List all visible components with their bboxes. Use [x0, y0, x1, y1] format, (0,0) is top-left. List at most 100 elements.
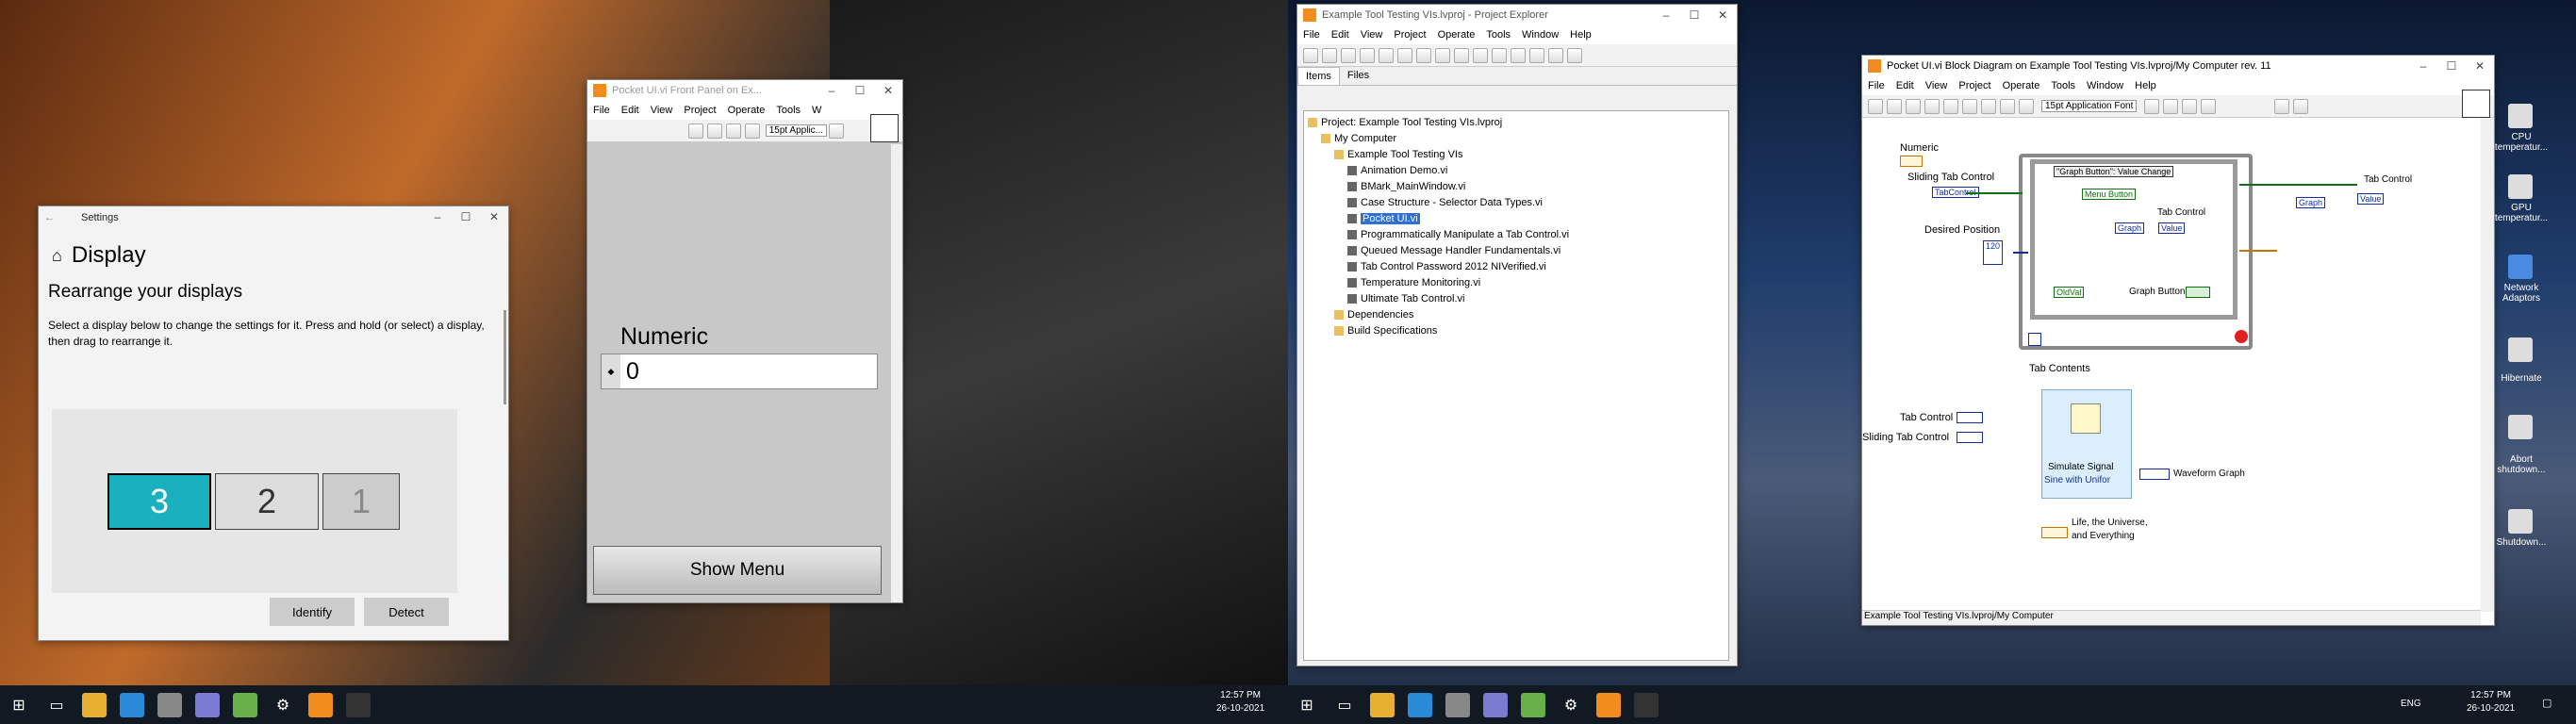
graph-terminal[interactable]: Graph — [2115, 222, 2145, 234]
font-select[interactable]: 15pt Application Font — [2041, 100, 2138, 112]
settings-titlebar[interactable]: ← Settings – ☐ ✕ — [39, 206, 508, 229]
tab-items[interactable]: Items — [1297, 67, 1340, 85]
event-structure[interactable]: "Graph Button": Value Change Menu Button… — [2030, 159, 2237, 320]
tree-item[interactable]: Pocket UI.vi — [1308, 211, 1728, 227]
save-icon[interactable] — [1341, 47, 1356, 63]
copy-icon[interactable] — [1397, 47, 1412, 63]
build-icon[interactable] — [1454, 47, 1469, 63]
menu-tools[interactable]: Tools — [770, 105, 806, 116]
new-icon[interactable] — [1303, 47, 1318, 63]
step-into-icon[interactable] — [1981, 98, 1996, 114]
maximize-icon[interactable]: ☐ — [452, 206, 480, 227]
tree-item[interactable]: Temperature Monitoring.vi — [1308, 275, 1728, 291]
minimize-icon[interactable]: – — [1652, 5, 1680, 25]
scrollbar[interactable] — [504, 310, 506, 404]
tree-item[interactable]: Tab Control Password 2012 NIVerified.vi — [1308, 259, 1728, 275]
close-icon[interactable]: ✕ — [2466, 56, 2494, 76]
delete-icon[interactable] — [1435, 47, 1450, 63]
tree-item[interactable]: Project: Example Tool Testing VIs.lvproj — [1308, 115, 1728, 131]
menu-button-terminal[interactable]: Menu Button — [2082, 189, 2137, 200]
tree-item[interactable]: Ultimate Tab Control.vi — [1308, 291, 1728, 307]
value-terminal[interactable]: Value — [2158, 222, 2186, 234]
tree-item[interactable]: Build Specifications — [1308, 323, 1728, 339]
run-arrow-icon[interactable] — [687, 123, 703, 139]
gpu-temp-icon[interactable] — [2508, 174, 2533, 199]
old-val-terminal[interactable]: OldVal — [2054, 287, 2085, 298]
tree-item[interactable]: My Computer — [1308, 131, 1728, 147]
minimize-icon[interactable]: – — [817, 80, 846, 101]
tab-files[interactable]: Files — [1340, 67, 1377, 85]
font-select[interactable]: 15pt Applic... — [765, 124, 827, 137]
menu-tools[interactable]: Tools — [2045, 80, 2081, 91]
menu-file[interactable]: File — [587, 105, 616, 116]
start-windows-icon[interactable]: ⊞ — [1295, 693, 1319, 717]
waveform-graph-terminal[interactable] — [2139, 469, 2170, 480]
network-adaptors-icon[interactable] — [2508, 255, 2533, 279]
view-icon[interactable] — [1492, 47, 1507, 63]
tray-lang[interactable]: ENG — [2401, 699, 2421, 709]
vertical-scrollbar[interactable] — [891, 144, 902, 602]
menu-window[interactable]: Window — [2081, 80, 2129, 91]
maximize-icon[interactable]: ☐ — [2437, 56, 2466, 76]
start-windows-icon[interactable]: ⊞ — [7, 693, 31, 717]
app-icon[interactable] — [1483, 692, 1508, 717]
labview-icon[interactable] — [308, 692, 333, 717]
tree-item[interactable]: Case Structure - Selector Data Types.vi — [1308, 195, 1728, 211]
reorder-icon[interactable] — [2182, 98, 2198, 114]
menu-window[interactable]: W — [806, 105, 827, 116]
menu-file[interactable]: File — [1862, 80, 1891, 91]
detect-button[interactable]: Detect — [364, 598, 449, 626]
cpu-temp-icon[interactable] — [2508, 104, 2533, 128]
diagram-canvas[interactable]: Numeric Sliding Tab Control TabControl D… — [1862, 118, 2481, 612]
settings-gear-icon[interactable]: ⚙ — [1559, 693, 1583, 717]
menu-view[interactable]: View — [645, 105, 679, 116]
deploy-icon[interactable] — [1473, 47, 1488, 63]
open-icon[interactable] — [1322, 47, 1337, 63]
increment-arrows-icon[interactable]: ◆ — [602, 354, 620, 388]
task-view-icon[interactable]: ▭ — [44, 693, 69, 717]
expand-icon[interactable] — [1529, 47, 1544, 63]
edge-icon[interactable] — [1408, 692, 1432, 717]
graph-button-terminal[interactable] — [2186, 287, 2210, 298]
folder-icon[interactable] — [1567, 47, 1582, 63]
numeric-terminal[interactable] — [1900, 156, 1923, 167]
tree-item[interactable]: Animation Demo.vi — [1308, 163, 1728, 179]
pause-icon[interactable] — [744, 123, 760, 139]
menu-tools[interactable]: Tools — [1480, 29, 1516, 41]
display-3[interactable]: 3 — [107, 473, 211, 530]
tree-item[interactable]: Dependencies — [1308, 307, 1728, 323]
run-arrow-icon[interactable] — [1868, 98, 1883, 114]
display-2[interactable]: 2 — [215, 473, 319, 530]
terminal-icon[interactable] — [346, 692, 371, 717]
step-over-icon[interactable] — [2000, 98, 2015, 114]
settings-gear-icon[interactable]: ⚙ — [271, 693, 295, 717]
graph-out-terminal[interactable]: Graph — [2296, 197, 2326, 208]
minimize-icon[interactable]: – — [423, 206, 452, 227]
menu-operate[interactable]: Operate — [1432, 29, 1481, 41]
file-explorer-icon[interactable] — [1370, 692, 1395, 717]
close-icon[interactable]: ✕ — [874, 80, 902, 101]
tab-contents-panel[interactable]: Simulate Signal Sine with Unifor — [2041, 389, 2132, 499]
run-continuous-icon[interactable] — [1887, 98, 1902, 114]
menu-operate[interactable]: Operate — [722, 105, 771, 116]
task-view-icon[interactable]: ▭ — [1332, 693, 1357, 717]
life-universe-terminal[interactable] — [2041, 527, 2068, 538]
step-out-icon[interactable] — [2019, 98, 2034, 114]
file-explorer-icon[interactable] — [82, 692, 107, 717]
paste-icon[interactable] — [1416, 47, 1431, 63]
back-arrow-icon[interactable]: ← — [44, 212, 55, 223]
shutdown-icon[interactable] — [2508, 509, 2533, 534]
menu-help[interactable]: Help — [1564, 29, 1597, 41]
retain-wire-icon[interactable] — [1962, 98, 1977, 114]
case-selector[interactable]: "Graph Button": Value Change — [2054, 166, 2174, 177]
cleanup-icon[interactable] — [2201, 98, 2217, 114]
edge-icon[interactable] — [120, 692, 144, 717]
app-icon[interactable] — [1445, 692, 1470, 717]
distribute-icon[interactable] — [2163, 98, 2179, 114]
clock[interactable]: 12:57 PM 26-10-2021 — [1216, 689, 1264, 716]
cut-icon[interactable] — [1379, 47, 1394, 63]
notepad-icon[interactable] — [1521, 692, 1545, 717]
menu-operate[interactable]: Operate — [1997, 80, 2046, 91]
notification-icon[interactable]: ▢ — [2542, 697, 2551, 709]
tree-item[interactable]: Programmatically Manipulate a Tab Contro… — [1308, 227, 1728, 243]
